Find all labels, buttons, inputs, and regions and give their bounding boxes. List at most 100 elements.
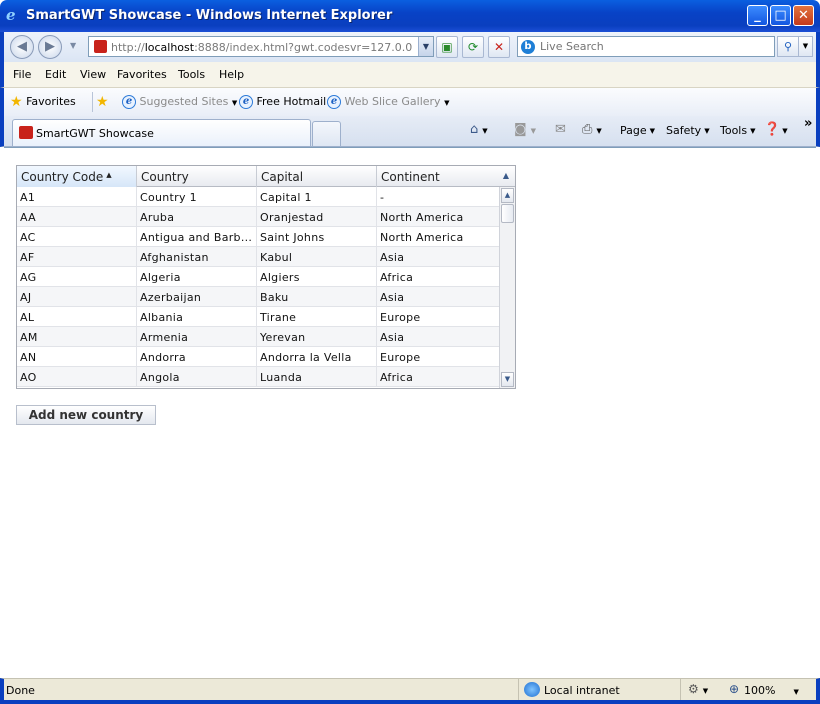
history-dropdown-icon[interactable]: ▼ [70, 41, 76, 50]
forward-arrow-icon: ▶ [45, 39, 55, 54]
header-continent[interactable]: Continent [377, 166, 497, 187]
mail-icon[interactable]: ✉ [555, 122, 566, 137]
cell-country: Azerbaijan [137, 287, 257, 307]
address-bar[interactable]: http://localhost:8888/index.html?gwt.cod… [88, 36, 434, 57]
scroll-thumb[interactable] [501, 204, 514, 223]
favorites-button[interactable]: ★ Favorites [10, 95, 76, 109]
cell-continent: Asia [380, 251, 405, 264]
cell-continent: North America [380, 211, 464, 224]
cell-country: Afghanistan [137, 247, 257, 267]
tab-smartgwt-showcase[interactable]: SmartGWT Showcase [12, 119, 311, 146]
chevron-down-icon: ▼ [231, 99, 238, 107]
table-row[interactable]: AF Afghanistan Kabul Asia [17, 247, 499, 267]
compatibility-view-button[interactable]: ▣ [436, 36, 458, 58]
menu-edit[interactable]: Edit [45, 68, 66, 81]
table-row[interactable]: AC Antigua and Barb... Saint Johns North Am… [17, 227, 499, 247]
address-url[interactable]: http://localhost:8888/index.html?gwt.cod… [111, 41, 413, 54]
close-window-button[interactable]: ✕ [793, 5, 814, 26]
add-new-country-button[interactable]: Add new country [16, 405, 156, 425]
menu-file[interactable]: File [13, 68, 31, 81]
search-input[interactable] [540, 39, 770, 54]
menu-view[interactable]: View [80, 68, 106, 81]
search-options-dropdown[interactable]: ▼ [799, 36, 813, 57]
page-menu[interactable]: Page ▼ [620, 124, 655, 137]
stop-button[interactable]: ✕ [488, 36, 510, 58]
window-title: SmartGWT Showcase - Windows Internet Exp… [26, 8, 393, 23]
menu-bar: File Edit View Favorites Tools Help [0, 62, 820, 88]
cell-capital: Oranjestad [257, 207, 377, 227]
table-row[interactable]: AO Angola Luanda Africa [17, 367, 499, 387]
cell-capital: Kabul [257, 247, 377, 267]
table-row[interactable]: AN Andorra Andorra la Vella Europe [17, 347, 499, 367]
add-to-favorites-button[interactable]: ★ [96, 94, 109, 110]
scroll-up-icon[interactable]: ▲ [501, 188, 514, 203]
scroll-down-icon[interactable]: ▼ [501, 372, 514, 387]
local-intranet-icon [524, 682, 540, 697]
table-row[interactable]: A1 Country 1 Capital 1- [17, 187, 499, 207]
table-row[interactable]: AA Aruba Oranjestad North America [17, 207, 499, 227]
search-button[interactable]: ⚲ [777, 36, 799, 57]
cell-country-code: AO [17, 367, 137, 387]
print-icon[interactable]: ⎙ ▼ [582, 122, 602, 137]
cell-continent: Africa [380, 271, 414, 284]
cell-country: Algeria [137, 267, 257, 287]
ie-page-icon: e [239, 95, 253, 109]
chevron-down-icon: ▼ [444, 99, 450, 107]
cell-country-code: A1 [17, 187, 137, 207]
country-grid: Country Code ▲ Country Capital Continent … [16, 165, 516, 389]
free-hotmail-link[interactable]: e Free Hotmail [239, 95, 326, 109]
table-row[interactable]: AM Armenia Yerevan Asia [17, 327, 499, 347]
toolbar-separator [92, 92, 93, 112]
cell-country-code: AN [17, 347, 137, 367]
site-favicon-icon [94, 40, 107, 53]
help-icon[interactable]: ❓ ▼ [764, 122, 788, 137]
home-icon[interactable]: ⌂ ▼ [470, 122, 488, 137]
menu-help[interactable]: Help [219, 68, 244, 81]
protected-mode-icon[interactable]: ⚙ ▼ [688, 682, 708, 696]
menu-tools[interactable]: Tools [178, 68, 205, 81]
table-row[interactable]: AG Algeria Algiers Africa [17, 267, 499, 287]
grid-scrollbar[interactable]: ▲ ▼ [499, 187, 515, 388]
zoom-level[interactable]: 100% ▼ [744, 684, 799, 697]
header-capital[interactable]: Capital [257, 166, 377, 187]
more-commands-chevron[interactable]: » [804, 116, 812, 131]
status-bar: Done Local intranet ⚙ ▼ ⊕ 100% ▼ [0, 678, 820, 704]
tools-menu[interactable]: Tools ▼ [720, 124, 756, 137]
cell-country-code: AL [17, 307, 137, 327]
forward-button[interactable]: ▶ [38, 35, 62, 59]
status-text: Done [6, 684, 35, 697]
add-favorite-star-icon: ★ [96, 94, 109, 110]
tab-label: SmartGWT Showcase [36, 127, 154, 140]
cell-continent: North America [380, 231, 464, 244]
cell-continent: Europe [380, 311, 421, 324]
minimize-button[interactable]: _ [747, 5, 768, 26]
new-tab-button[interactable] [312, 121, 341, 146]
maximize-button[interactable]: □ [770, 5, 791, 26]
cell-country-code: AF [17, 247, 137, 267]
menu-favorites[interactable]: Favorites [117, 68, 167, 81]
cell-capital: Algiers [257, 267, 377, 287]
cell-country-code: AM [17, 327, 137, 347]
suggested-sites-link[interactable]: e Suggested Sites ▼ [122, 95, 237, 109]
cell-country: Angola [137, 367, 257, 387]
web-slice-gallery-link[interactable]: e Web Slice Gallery ▼ [327, 95, 449, 109]
tab-bar: SmartGWT Showcase ⌂ ▼ ◙ ▼ ✉ ⎙ ▼ Page ▼ Safet… [0, 116, 820, 147]
table-row[interactable]: AL Albania Tirane Europe [17, 307, 499, 327]
back-button[interactable]: ◀ [10, 35, 34, 59]
address-dropdown-icon[interactable]: ▼ [418, 37, 433, 56]
header-menu-icon[interactable]: ▲ [497, 166, 515, 187]
ie-logo-icon: e [6, 6, 16, 24]
table-row[interactable]: AJ Azerbaijan Baku Asia [17, 287, 499, 307]
refresh-button[interactable]: ⟳ [462, 36, 484, 58]
cell-capital: Baku [257, 287, 377, 307]
zoom-icon[interactable]: ⊕ [729, 682, 739, 696]
grid-header: Country Code ▲ Country Capital Continent … [17, 166, 515, 187]
header-country[interactable]: Country [137, 166, 257, 187]
cell-capital: Andorra la Vella [257, 347, 377, 367]
safety-menu[interactable]: Safety ▼ [666, 124, 710, 137]
cell-continent: Africa [380, 371, 414, 384]
header-country-code[interactable]: Country Code ▲ [17, 166, 137, 187]
feeds-icon[interactable]: ◙ ▼ [514, 122, 536, 137]
security-zone[interactable]: Local intranet [544, 684, 620, 697]
search-box[interactable]: b [517, 36, 775, 57]
